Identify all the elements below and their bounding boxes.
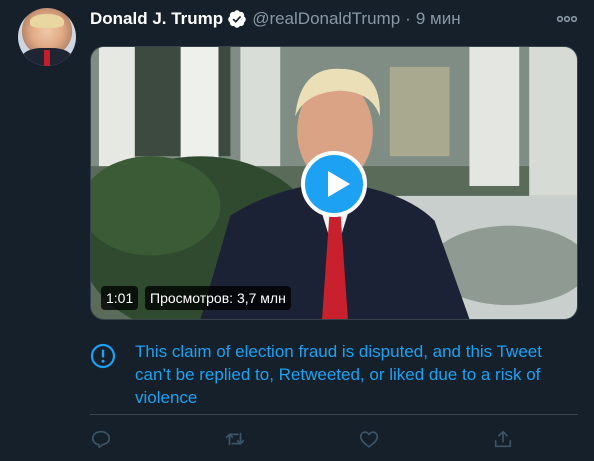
notice-text[interactable]: This claim of election fraud is disputed…: [135, 340, 575, 409]
reply-icon: [90, 428, 112, 450]
divider: [90, 414, 578, 415]
avatar[interactable]: [18, 8, 76, 66]
tweet-timestamp[interactable]: 9 мин: [416, 9, 461, 29]
video-duration: 1:01: [101, 286, 139, 310]
tweet-actions: [90, 428, 520, 452]
tweet-header: Donald J. Trump @realDonaldTrump · 9 мин: [90, 8, 461, 30]
share-icon: [492, 428, 514, 450]
disputed-claim-notice[interactable]: This claim of election fraud is disputed…: [90, 338, 580, 410]
video-player[interactable]: 1:01 Просмотров: 3,7 млн: [90, 46, 578, 320]
video-view-count: Просмотров: 3,7 млн: [145, 286, 291, 310]
play-icon[interactable]: [301, 151, 367, 217]
avatar-hair: [30, 14, 64, 28]
avatar-tie: [44, 50, 50, 66]
separator-dot: ·: [405, 9, 411, 28]
author-name[interactable]: Donald J. Trump: [90, 9, 223, 29]
tweet: Donald J. Trump @realDonaldTrump · 9 мин: [0, 0, 594, 461]
exclamation-circle-icon: [90, 343, 116, 369]
author-handle[interactable]: @realDonaldTrump: [252, 9, 400, 29]
verified-badge-icon: [227, 9, 247, 29]
retweet-icon: [224, 428, 246, 450]
more-options-icon[interactable]: [556, 12, 578, 26]
heart-icon: [358, 428, 380, 450]
